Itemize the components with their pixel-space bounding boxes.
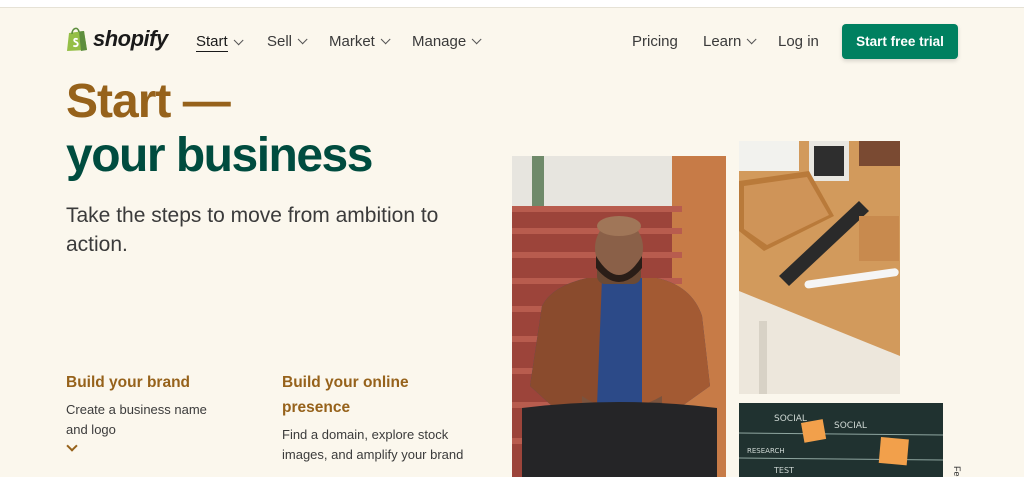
svg-text:SOCIAL: SOCIAL xyxy=(834,421,867,431)
hero-title-line2: your business xyxy=(66,129,373,182)
nav-pricing[interactable]: Pricing xyxy=(632,33,678,50)
nav-pricing-label: Pricing xyxy=(632,33,678,50)
desk-workspace-image xyxy=(739,141,900,394)
chevron-down-icon xyxy=(380,34,391,45)
chevron-down-icon xyxy=(233,35,244,46)
man-on-stairs-image xyxy=(512,156,726,477)
nav-market[interactable]: Market xyxy=(329,33,391,50)
feature-online-presence-title[interactable]: Build your online presence xyxy=(282,370,452,420)
nav-learn[interactable]: Learn xyxy=(703,33,757,50)
svg-text:TEST: TEST xyxy=(773,466,794,475)
shopping-bag-icon xyxy=(66,26,88,52)
chalkboard-notes-image: SOCIAL SOCIAL RESEARCH TEST xyxy=(739,403,943,477)
nav-manage[interactable]: Manage xyxy=(412,33,482,50)
nav-sell[interactable]: Sell xyxy=(267,33,308,50)
svg-text:RESEARCH: RESEARCH xyxy=(747,447,785,455)
logo-wordmark: shopify xyxy=(93,26,168,51)
expand-chevron-icon[interactable] xyxy=(66,440,78,452)
svg-text:SOCIAL: SOCIAL xyxy=(774,414,807,424)
nav-manage-label: Manage xyxy=(412,33,467,50)
chevron-down-icon xyxy=(747,34,757,45)
nav-start-label: Start xyxy=(196,33,228,52)
feature-online-presence-desc: Find a domain, explore stock images, and… xyxy=(282,427,464,462)
nav-learn-label: Learn xyxy=(703,33,742,50)
nav-start[interactable]: Start xyxy=(196,33,244,52)
nav-market-label: Market xyxy=(329,33,375,50)
feature-brand-desc: Create a business name and logo xyxy=(66,402,207,437)
nav-sell-label: Sell xyxy=(267,33,293,50)
nav-login-label: Log in xyxy=(778,33,819,50)
hero-title-line1: Start — xyxy=(66,75,231,128)
hero-subtitle: Take the steps to move from ambition to … xyxy=(66,204,439,256)
feedback-tab[interactable]: Fe xyxy=(952,466,962,477)
chevron-down-icon xyxy=(471,34,482,45)
shopify-logo[interactable]: shopify xyxy=(66,26,168,52)
page: shopify Start Sell Market Manage Pricing… xyxy=(0,7,1024,477)
chevron-down-icon xyxy=(297,34,308,45)
start-free-trial-button[interactable]: Start free trial xyxy=(842,24,958,59)
nav-login[interactable]: Log in xyxy=(778,33,819,50)
feature-brand-title[interactable]: Build your brand xyxy=(66,370,190,395)
